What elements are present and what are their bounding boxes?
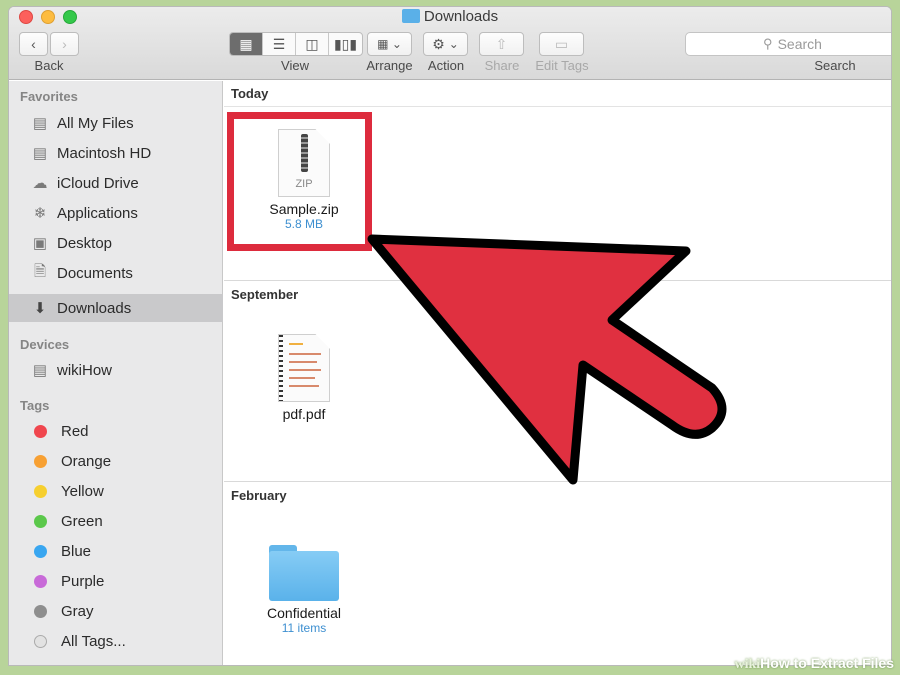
wikihow-watermark: wikiHow to Extract Files: [734, 655, 894, 672]
pointer-arrow: [367, 234, 727, 485]
